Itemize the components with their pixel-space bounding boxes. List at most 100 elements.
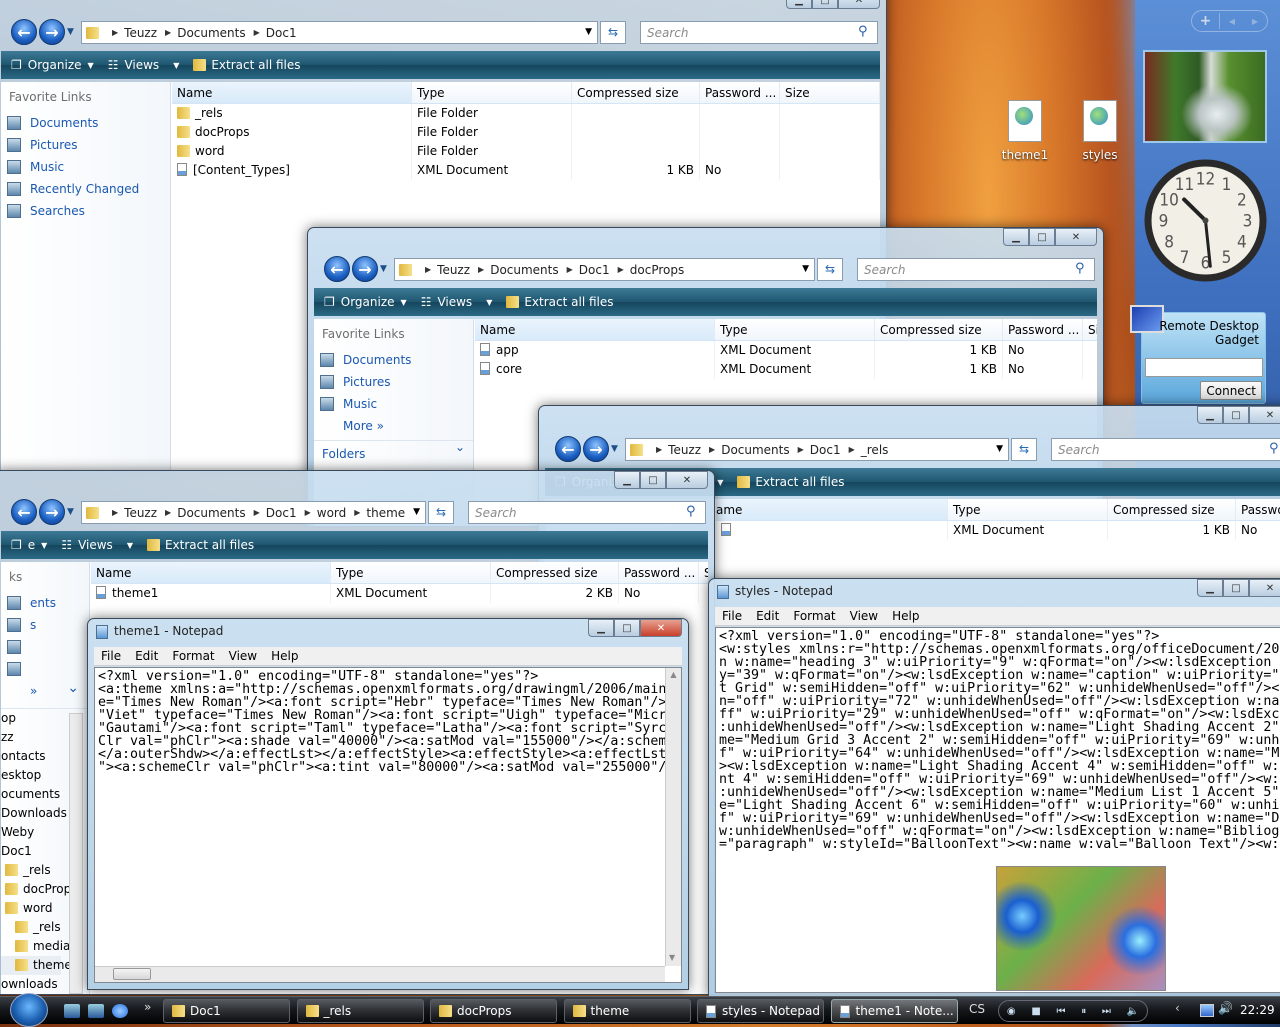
taskbar-button-doc1[interactable]: Doc1 <box>163 999 290 1023</box>
slideshow-gadget-photo[interactable] <box>1143 50 1267 143</box>
breadcrumb-Documents[interactable]: Documents <box>177 26 245 40</box>
views-button[interactable]: ☷ Views ▼ <box>421 295 493 309</box>
minimize-button[interactable]: ▁ <box>1197 406 1223 424</box>
search-input[interactable]: Search <box>1051 438 1280 461</box>
forward-button[interactable]: → <box>583 436 609 462</box>
back-button[interactable]: ← <box>324 256 350 282</box>
close-button[interactable]: ✕ <box>666 471 708 489</box>
address-bar[interactable]: ▶ Teuzz ▶ Documents ▶ Doc1 ▶ _rels ▼ <box>625 438 1009 461</box>
menu-view[interactable]: View <box>222 649 264 663</box>
column-header-size[interactable]: Size <box>780 82 880 103</box>
address-bar[interactable]: ▶ Teuzz ▶ Documents ▶ Doc1 ▶ docProps ▼ <box>394 258 815 281</box>
close-button[interactable]: ✕ <box>640 619 682 637</box>
column-header-compressed-size[interactable]: Compressed size <box>1108 499 1236 520</box>
volume-icon[interactable]: 🔊 <box>1218 1001 1233 1015</box>
breadcrumb-separator[interactable]: ▶ <box>618 265 624 274</box>
breadcrumb-separator[interactable]: ▶ <box>656 445 662 454</box>
menu-help[interactable]: Help <box>885 609 926 623</box>
previous-button[interactable]: ⏮ <box>1056 1006 1065 1017</box>
extract-all-files-button[interactable]: Extract all files <box>193 58 301 72</box>
sidebar-add-gadget-button[interactable]: + <box>1192 13 1220 29</box>
back-button[interactable]: ← <box>11 19 37 45</box>
breadcrumb-Documents[interactable]: Documents <box>721 443 789 457</box>
search-input[interactable]: Search <box>468 501 706 524</box>
scroll-up-arrow[interactable]: ▲ <box>666 668 681 681</box>
breadcrumb-Doc1[interactable]: Doc1 <box>266 26 297 40</box>
column-header-passwo[interactable]: Passwo <box>1236 499 1280 520</box>
organize-button[interactable]: ❐ Organize ▼ <box>11 58 94 72</box>
column-header-password-[interactable]: Password ... <box>619 562 699 583</box>
refresh-button[interactable]: ⇆ <box>1011 438 1037 461</box>
minimize-button[interactable]: ▁ <box>1197 579 1223 597</box>
column-header-si[interactable]: Si <box>699 562 708 583</box>
next-button[interactable]: ⏭ <box>1102 1006 1111 1017</box>
favorite-link-Music[interactable]: Music <box>1 156 170 178</box>
refresh-button[interactable]: ⇆ <box>428 501 454 524</box>
breadcrumb-docProps[interactable]: docProps <box>630 263 684 277</box>
maximize-button[interactable]: □ <box>614 619 640 637</box>
breadcrumb-word[interactable]: word <box>317 506 347 520</box>
column-header-password-[interactable]: Password ... <box>700 82 780 103</box>
breadcrumb-Teuzz[interactable]: Teuzz <box>668 443 701 457</box>
recent-pages-dropdown[interactable]: ▼ <box>611 444 618 454</box>
extract-all-files-button[interactable]: Extract all files <box>146 538 254 552</box>
address-dropdown-arrow[interactable]: ▼ <box>802 264 809 274</box>
close-button[interactable]: ✕ <box>1055 228 1097 246</box>
organize-button[interactable]: ❐ Organize ▼ <box>324 295 407 309</box>
column-header-compressed-size[interactable]: Compressed size <box>572 82 700 103</box>
breadcrumb-Documents[interactable]: Documents <box>490 263 558 277</box>
back-button[interactable]: ← <box>11 499 37 525</box>
maximize-button[interactable]: □ <box>1029 228 1055 246</box>
more-links-button[interactable]: More » <box>314 415 473 437</box>
breadcrumb-separator[interactable]: ▶ <box>165 28 171 37</box>
menu-edit[interactable]: Edit <box>128 649 165 663</box>
breadcrumb-separator[interactable]: ▶ <box>254 28 260 37</box>
tray-expand-button[interactable]: ‹ <box>1175 1001 1180 1015</box>
menu-file[interactable]: File <box>94 649 128 663</box>
column-header-compressed-size[interactable]: Compressed size <box>875 319 1003 340</box>
stop-button[interactable]: ■ <box>1031 1006 1040 1017</box>
taskbar-button--rels[interactable]: _rels <box>296 999 424 1023</box>
favorite-link-item[interactable] <box>1 636 89 658</box>
close-button[interactable]: ✕ <box>838 0 880 9</box>
favorite-link-Pictures[interactable]: Pictures <box>314 371 473 393</box>
breadcrumb-separator[interactable]: ▶ <box>478 265 484 274</box>
remote-desktop-connect-button[interactable]: Connect <box>1200 381 1262 400</box>
column-header-name[interactable]: Name <box>475 319 715 340</box>
minimize-button[interactable]: ▁ <box>786 0 812 9</box>
address-dropdown-arrow[interactable]: ▼ <box>996 444 1003 454</box>
close-button[interactable]: ✕ <box>1249 406 1280 424</box>
forward-button[interactable]: → <box>39 19 65 45</box>
breadcrumb-separator[interactable]: ▶ <box>354 508 360 517</box>
taskbar-clock[interactable]: 22:29 <box>1240 1003 1275 1017</box>
address-dropdown-arrow[interactable]: ▼ <box>413 507 420 517</box>
folders-chevron-icon[interactable]: ⌄ <box>67 680 79 696</box>
forward-button[interactable]: → <box>39 499 65 525</box>
breadcrumb-separator[interactable]: ▶ <box>165 508 171 517</box>
taskbar-button-styles-notepad[interactable]: styles - Notepad <box>697 999 824 1023</box>
horizontal-scrollbar[interactable] <box>95 966 665 982</box>
views-button[interactable]: ☷ Views ▼ <box>61 538 133 552</box>
tree-scrollbar[interactable] <box>69 713 83 994</box>
media-player-icon[interactable]: ◉ <box>1007 1006 1016 1017</box>
search-input[interactable]: Search <box>857 258 1095 281</box>
column-header-name[interactable]: Name <box>91 562 331 583</box>
menu-edit[interactable]: Edit <box>749 609 786 623</box>
breadcrumb-separator[interactable]: ▶ <box>305 508 311 517</box>
minimize-button[interactable]: ▁ <box>1003 228 1029 246</box>
file-row[interactable]: _rels File Folder <box>172 104 880 123</box>
breadcrumb-_rels[interactable]: _rels <box>861 443 889 457</box>
column-header-compressed-size[interactable]: Compressed size <box>491 562 619 583</box>
refresh-button[interactable]: ⇆ <box>600 21 626 44</box>
play-pause-button[interactable]: ⏸ <box>1081 1006 1086 1017</box>
breadcrumb-Documents[interactable]: Documents <box>177 506 245 520</box>
file-row[interactable]: theme1 XML Document 2 KB No <box>91 584 708 603</box>
sidebar-prev-button[interactable]: ◀ <box>1220 17 1244 26</box>
breadcrumb-theme[interactable]: theme <box>366 506 405 520</box>
maximize-button[interactable]: □ <box>1223 406 1249 424</box>
start-button[interactable] <box>10 993 48 1027</box>
menu-file[interactable]: File <box>715 609 749 623</box>
minimize-button[interactable]: ▁ <box>588 619 614 637</box>
taskbar-button-docprops[interactable]: docProps <box>430 999 557 1023</box>
volume-button[interactable]: 🔈 <box>1127 1006 1139 1017</box>
